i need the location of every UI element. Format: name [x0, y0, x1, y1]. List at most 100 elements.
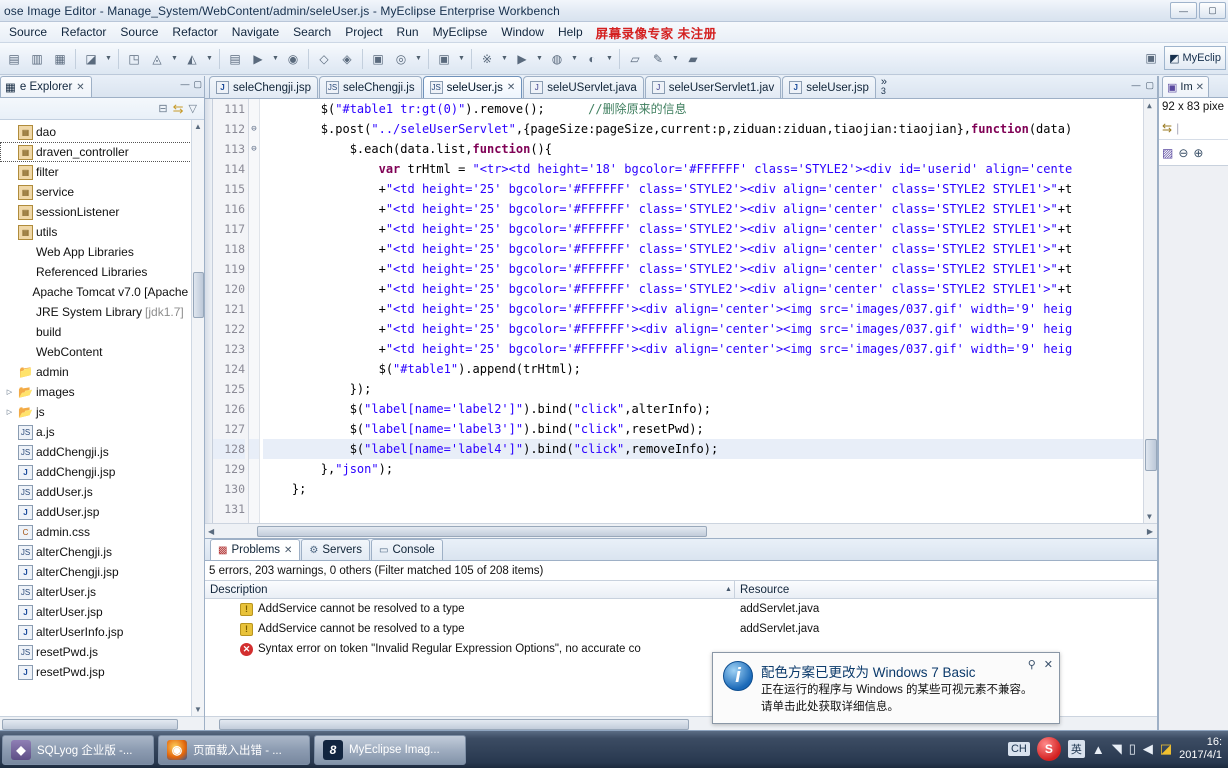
code-line[interactable]: +"<td height='25' bgcolor='#FFFFFF' clas… — [263, 219, 1143, 239]
code-line[interactable]: var trHtml = "<tr><td height='18' bgcolo… — [263, 159, 1143, 179]
open-resource-icon[interactable]: ▱ — [624, 48, 646, 70]
code-line[interactable]: +"<td height='25' bgcolor='#FFFFFF'><div… — [263, 319, 1143, 339]
profile-icon[interactable]: ◐ — [581, 48, 603, 70]
server-manage-icon[interactable]: ◭ — [181, 48, 203, 70]
volume-icon[interactable]: ◀ — [1143, 741, 1153, 757]
view-tab-problems[interactable]: ▩ Problems ✕ — [210, 539, 301, 560]
chevron-down-icon[interactable]: ▼ — [499, 48, 510, 70]
menu-item-window[interactable]: Window — [494, 23, 551, 41]
code-line[interactable]: +"<td height='25' bgcolor='#FFFFFF' clas… — [263, 259, 1143, 279]
new-wizard-icon[interactable]: ◪ — [80, 48, 102, 70]
maximize-button[interactable]: ▢ — [1199, 2, 1226, 19]
zoom-in-icon[interactable]: ⊕ — [1193, 146, 1203, 160]
code-line[interactable]: +"<td height='25' bgcolor='#FFFFFF' clas… — [263, 279, 1143, 299]
code-line[interactable]: $("label[name='label2']").bind("click",a… — [263, 399, 1143, 419]
menu-item-1[interactable]: Refactor — [54, 23, 113, 41]
snapshot-icon[interactable]: ▣ — [433, 48, 455, 70]
scroll-up-icon[interactable]: ▲ — [1147, 101, 1152, 110]
debug-icon[interactable]: ※ — [476, 48, 498, 70]
column-header-description[interactable]: Description ▲ — [205, 581, 735, 598]
network-icon[interactable]: ◥ — [1112, 741, 1122, 757]
editor-tab-selechengji-jsp[interactable]: JseleChengji.jsp — [209, 76, 318, 98]
editor-tab-seleuser-js[interactable]: JS seleUser.js ✕ — [422, 76, 523, 98]
scroll-down-icon[interactable]: ▼ — [1147, 512, 1152, 521]
editor-vscrollbar[interactable]: ▲ ▼ — [1143, 99, 1157, 523]
close-icon[interactable]: ✕ — [1044, 658, 1053, 671]
view-tab-console[interactable]: ▭ Console — [371, 539, 443, 560]
view-menu-icon[interactable]: ▽ — [189, 102, 197, 115]
windows-notification-balloon[interactable]: i 配色方案已更改为 Windows 7 Basic 正在运行的程序与 Wind… — [712, 652, 1060, 724]
close-icon[interactable]: ✕ — [76, 82, 84, 93]
minimize-button[interactable]: — — [1170, 2, 1197, 19]
chevron-down-icon[interactable]: ▼ — [204, 48, 215, 70]
menu-item-run[interactable]: Run — [390, 23, 426, 41]
link-editor-icon[interactable]: ⇆ — [173, 101, 184, 117]
chevron-down-icon[interactable]: ▼ — [270, 48, 281, 70]
tree-item[interactable]: JS addChengji.js — [0, 442, 204, 462]
maximize-icon[interactable]: ▢ — [193, 79, 202, 90]
code-text[interactable]: $("#table1 tr:gt(0)").remove(); //删除原来的信… — [260, 99, 1143, 523]
tree-item[interactable]: JS alterUser.js — [0, 582, 204, 602]
marker-bar[interactable] — [205, 99, 213, 523]
editor-tab-seleuservlet-java[interactable]: JseleUServlet.java — [523, 76, 644, 98]
export-icon[interactable]: ◈ — [336, 48, 358, 70]
problems-hscroll-thumb[interactable] — [219, 719, 689, 730]
code-line[interactable]: }; — [263, 479, 1143, 499]
code-line[interactable]: $("#table1").append(trHtml); — [263, 359, 1143, 379]
chevron-down-icon[interactable]: ▼ — [413, 48, 424, 70]
problems-row[interactable]: ! AddService cannot be resolved to a type… — [205, 619, 1157, 639]
tree-item[interactable]: JS resetPwd.js — [0, 642, 204, 662]
taskbar-clock[interactable]: 16: 2017/4/1 — [1179, 736, 1224, 762]
tree-item[interactable]: build — [0, 322, 204, 342]
run-external-icon[interactable]: ◍ — [546, 48, 568, 70]
collapse-all-icon[interactable]: ⊟ — [158, 102, 167, 115]
editor-tab-seleuserservlet1-jav[interactable]: JseleUserServlet1.jav — [644, 76, 782, 98]
tree-item[interactable]: JS alterChengji.js — [0, 542, 204, 562]
expand-arrow-icon[interactable]: ▷ — [4, 408, 15, 416]
minimize-icon[interactable]: — — [180, 79, 189, 90]
code-line[interactable]: +"<td height='25' bgcolor='#FFFFFF'><div… — [263, 299, 1143, 319]
close-icon[interactable]: ✕ — [507, 82, 515, 93]
ime-mode[interactable]: 英 — [1067, 740, 1085, 758]
tree-item[interactable]: JS a.js — [0, 422, 204, 442]
server-start-icon[interactable]: ◬ — [146, 48, 168, 70]
action-center-icon[interactable]: ◪ — [1160, 741, 1172, 757]
show-hidden-icons-icon[interactable]: ▲ — [1092, 742, 1105, 757]
menu-item-3[interactable]: Refactor — [165, 23, 224, 41]
tree-item[interactable]: Cadmin.css — [0, 522, 204, 542]
tree-item[interactable]: JaddChengji.jsp — [0, 462, 204, 482]
image-tool-icon[interactable]: ▨ — [1162, 146, 1173, 160]
code-line[interactable] — [263, 499, 1143, 519]
menu-item-search[interactable]: Search — [286, 23, 338, 41]
chevron-down-icon[interactable]: ▼ — [604, 48, 615, 70]
editor-scroll-thumb[interactable] — [1145, 439, 1157, 471]
code-line[interactable]: +"<td height='25' bgcolor='#FFFFFF' clas… — [263, 239, 1143, 259]
image-canvas[interactable] — [1159, 166, 1228, 730]
tree-item[interactable]: Referenced Libraries — [0, 262, 204, 282]
new-file-icon[interactable]: ▤ — [3, 48, 25, 70]
menu-item-myeclipse[interactable]: MyEclipse — [426, 23, 495, 41]
editor-hscrollbar[interactable]: ◀ ▶ — [205, 523, 1157, 538]
code-line[interactable]: +"<td height='25' bgcolor='#FFFFFF' clas… — [263, 179, 1143, 199]
taskbar-item[interactable]: 8 MyEclipse Imag... — [314, 734, 466, 765]
chevron-down-icon[interactable]: ▼ — [103, 48, 114, 70]
chevron-down-icon[interactable]: ▼ — [670, 48, 681, 70]
save-icon[interactable]: ▥ — [26, 48, 48, 70]
tree-item[interactable]: ▦ service — [0, 182, 204, 202]
pin-icon[interactable]: ✎ — [647, 48, 669, 70]
maximize-icon[interactable]: ▢ — [1145, 80, 1154, 91]
web-browser-icon[interactable]: ◉ — [282, 48, 304, 70]
code-line[interactable]: }); — [263, 379, 1143, 399]
scroll-right-icon[interactable]: ▶ — [1147, 527, 1153, 536]
tree-item[interactable]: ▦ draven_controller — [0, 142, 204, 162]
editor-tab-overflow[interactable]: » 3 — [881, 77, 887, 96]
code-line[interactable]: $.each(data.list,function(){ — [263, 139, 1143, 159]
problems-row[interactable]: ! AddService cannot be resolved to a type… — [205, 599, 1157, 619]
link-icon[interactable]: ⇆ — [1162, 121, 1172, 135]
tree-item[interactable]: ▦ dao — [0, 122, 204, 142]
project-tree[interactable]: ▦ dao ▦ draven_controller ▦ filter ▦ service ▦ se… — [0, 120, 204, 716]
tree-item[interactable]: ▷ 📂 js — [0, 402, 204, 422]
tree-item[interactable]: Web App Libraries — [0, 242, 204, 262]
close-icon[interactable]: ✕ — [1196, 82, 1204, 93]
tree-item[interactable]: JalterUserInfo.jsp — [0, 622, 204, 642]
